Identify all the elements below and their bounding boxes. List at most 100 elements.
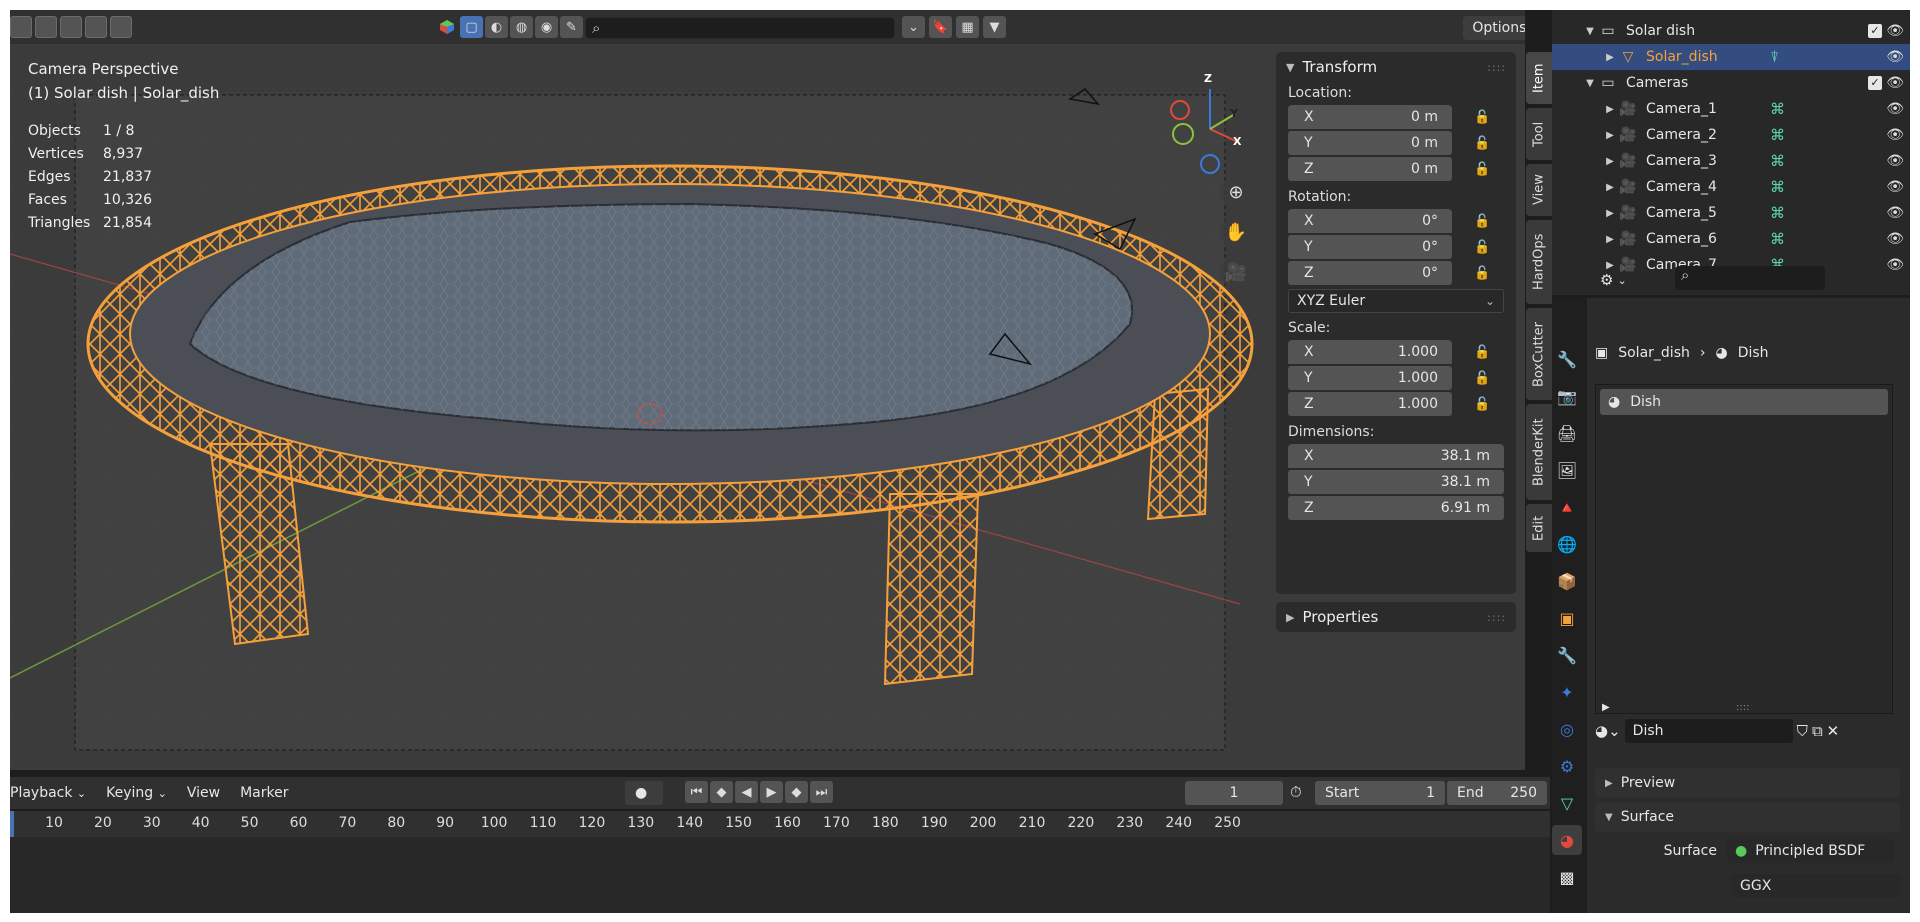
expand-icon[interactable]: ▶ xyxy=(1602,104,1618,115)
location-y-field[interactable]: Y0 m xyxy=(1288,131,1452,155)
modifier-tab-icon[interactable]: 🔧 xyxy=(1552,640,1582,670)
pan-hand-icon[interactable]: ✋ xyxy=(1220,216,1252,248)
rotation-mode-select[interactable]: XYZ Euler ⌄ xyxy=(1288,289,1504,313)
material-shading-icon[interactable]: ◍ xyxy=(510,16,533,38)
outliner-collection-row[interactable]: ▼ ▭ Cameras ✓ 👁 xyxy=(1552,70,1910,96)
playhead[interactable] xyxy=(10,811,14,837)
visibility-eye-icon[interactable]: 👁 xyxy=(1886,179,1904,195)
visibility-eye-icon[interactable]: 👁 xyxy=(1886,75,1904,91)
prev-keyframe-icon[interactable]: ◆ xyxy=(710,781,733,803)
dropdown-chevron-icon[interactable]: ⌄ xyxy=(902,16,925,38)
current-frame-field[interactable]: 1 xyxy=(1185,781,1283,805)
timeline-body[interactable] xyxy=(10,837,1550,913)
gizmo-z-label[interactable]: Z xyxy=(1204,72,1216,86)
lock-icon[interactable]: 🔓 xyxy=(1474,214,1490,229)
viewport-search-input[interactable]: ⌕ xyxy=(585,17,895,39)
expand-icon[interactable]: ▶ xyxy=(1602,130,1618,141)
dimensions-y-field[interactable]: Y 38.1 m xyxy=(1288,470,1504,494)
visibility-eye-icon[interactable]: 👁 xyxy=(1886,127,1904,143)
preview-section[interactable]: ▶ Preview xyxy=(1595,768,1900,798)
bookmark-icon[interactable]: 🔖 xyxy=(929,16,952,38)
visibility-eye-icon[interactable]: 👁 xyxy=(1886,205,1904,221)
lock-icon[interactable]: 🔓 xyxy=(1474,136,1490,151)
end-frame-field[interactable]: End 250 xyxy=(1447,781,1547,805)
start-frame-field[interactable]: Start 1 xyxy=(1315,781,1445,805)
dimensions-z-field[interactable]: Z 6.91 m xyxy=(1288,496,1504,520)
options-button[interactable]: Options⌄ xyxy=(1463,16,1525,40)
texture-tab-icon[interactable]: ▩ xyxy=(1552,862,1582,892)
data-tab-icon[interactable]: ▽ xyxy=(1552,788,1582,818)
material-name-field[interactable]: Dish xyxy=(1624,719,1793,743)
select-mode-subtract-icon[interactable] xyxy=(60,16,82,38)
jump-end-icon[interactable]: ⏭ xyxy=(810,781,833,803)
properties-search-input[interactable]: ⌕ xyxy=(1675,266,1825,290)
scale-y-field[interactable]: Y 1.000 xyxy=(1288,366,1452,390)
tab-hardops[interactable]: HardOps xyxy=(1526,220,1552,304)
brush-icon[interactable]: ✎ xyxy=(560,16,583,38)
select-mode-intersect-icon[interactable] xyxy=(110,16,132,38)
outliner-object-row[interactable]: ▶ 🎥 Camera_1 ⌘ 👁 xyxy=(1552,96,1910,122)
tab-tool[interactable]: Tool xyxy=(1526,108,1552,160)
menu-marker[interactable]: Marker xyxy=(240,785,288,801)
timeline-ruler[interactable]: 10 20 30 40 50 60 70 80 90 100 110 120 130 140 150 160 1… xyxy=(10,811,1550,837)
expand-icon[interactable]: ▶ xyxy=(1602,156,1618,167)
expand-icon[interactable]: ▶ xyxy=(1602,182,1618,193)
lock-icon[interactable]: 🔓 xyxy=(1474,371,1490,386)
filter-icon[interactable]: ▼ xyxy=(983,16,1006,38)
render-tab-icon[interactable]: 📷 xyxy=(1552,381,1582,411)
exclude-checkbox[interactable]: ✓ xyxy=(1868,24,1882,38)
tab-edit[interactable]: Edit xyxy=(1526,504,1552,552)
lock-icon[interactable]: 🔓 xyxy=(1474,345,1490,360)
play-reverse-icon[interactable]: ◀ xyxy=(735,781,758,803)
rotation-z-field[interactable]: Z 0° xyxy=(1288,261,1452,285)
fake-user-icon[interactable]: ⛉ xyxy=(1797,722,1808,740)
camera-data-icon[interactable]: ⌘ xyxy=(1770,100,1785,118)
lock-icon[interactable]: 🔓 xyxy=(1474,110,1490,125)
camera-data-icon[interactable]: ⌘ xyxy=(1770,178,1785,196)
dimensions-x-field[interactable]: X 38.1 m xyxy=(1288,444,1504,468)
mesh-data-icon[interactable]: ⍒ xyxy=(1770,48,1779,66)
resize-grip-icon[interactable]: :::: xyxy=(1736,702,1749,713)
outliner-object-row[interactable]: ▶ 🎥 Camera_4 ⌘ 👁 xyxy=(1552,174,1910,200)
object-tab-icon[interactable]: ▣ xyxy=(1552,603,1582,633)
physics-tab-icon[interactable]: ◎ xyxy=(1552,714,1582,744)
gizmo-y-label[interactable]: Y xyxy=(1230,107,1238,120)
gizmo-x-label[interactable]: X xyxy=(1233,135,1241,148)
menu-view[interactable]: View xyxy=(187,785,220,801)
scene-tab-icon[interactable]: 🔺 xyxy=(1552,492,1582,522)
visibility-eye-icon[interactable]: 👁 xyxy=(1886,23,1904,39)
editor-type-select[interactable]: ⚙ ⌄ xyxy=(1600,268,1660,292)
material-slot[interactable]: ◕ Dish xyxy=(1600,389,1888,415)
properties-panel[interactable]: ▶ Properties:::: xyxy=(1276,602,1516,632)
stopwatch-icon[interactable]: ⏱ xyxy=(1290,783,1302,801)
material-tab-icon[interactable]: ◕ xyxy=(1552,825,1582,855)
scale-x-field[interactable]: X 1.000 xyxy=(1288,340,1452,364)
xray-toggle-icon[interactable]: ▢ xyxy=(460,16,483,38)
camera-data-icon[interactable]: ⌘ xyxy=(1770,230,1785,248)
distribution-select[interactable]: GGX xyxy=(1732,874,1900,898)
visibility-eye-icon[interactable]: 👁 xyxy=(1886,257,1904,273)
unlink-icon[interactable]: ✕ xyxy=(1827,722,1840,740)
material-browse-icon[interactable]: ◕⌄ xyxy=(1595,722,1621,740)
surface-section[interactable]: ▼ Surface xyxy=(1595,802,1900,832)
visibility-eye-icon[interactable]: 👁 xyxy=(1886,153,1904,169)
layout-icon[interactable]: ▦ xyxy=(956,16,979,38)
rotation-y-field[interactable]: Y 0° xyxy=(1288,235,1452,259)
scale-z-field[interactable]: Z 1.000 xyxy=(1288,392,1452,416)
gizmo-toggle-icon[interactable] xyxy=(435,16,458,38)
expand-icon[interactable]: ▶ xyxy=(1602,702,1610,713)
view-layer-tab-icon[interactable]: 🖼 xyxy=(1552,455,1582,485)
expand-icon[interactable]: ▶ xyxy=(1602,234,1618,245)
outliner-collection-row[interactable]: ▼ ▭ Solar dish ✓ 👁 xyxy=(1552,18,1910,44)
lock-icon[interactable]: 🔓 xyxy=(1474,266,1490,281)
lock-icon[interactable]: 🔓 xyxy=(1474,162,1490,177)
3d-viewport[interactable]: ▢ ◐ ◍ ◉ ✎ ⌕ ⌄ 🔖 ▦ ▼ Options⌄ xyxy=(10,10,1525,770)
zoom-icon[interactable]: ⊕ xyxy=(1220,176,1252,208)
solid-shading-icon[interactable]: ◐ xyxy=(485,16,508,38)
menu-playback[interactable]: Playback ⌄ xyxy=(10,785,86,801)
tab-item[interactable]: Item xyxy=(1526,52,1552,104)
exclude-checkbox[interactable]: ✓ xyxy=(1868,76,1882,90)
select-mode-extend-icon[interactable] xyxy=(35,16,57,38)
surface-shader-field[interactable]: ● Principled BSDF xyxy=(1727,839,1895,863)
camera-data-icon[interactable]: ⌘ xyxy=(1770,152,1785,170)
